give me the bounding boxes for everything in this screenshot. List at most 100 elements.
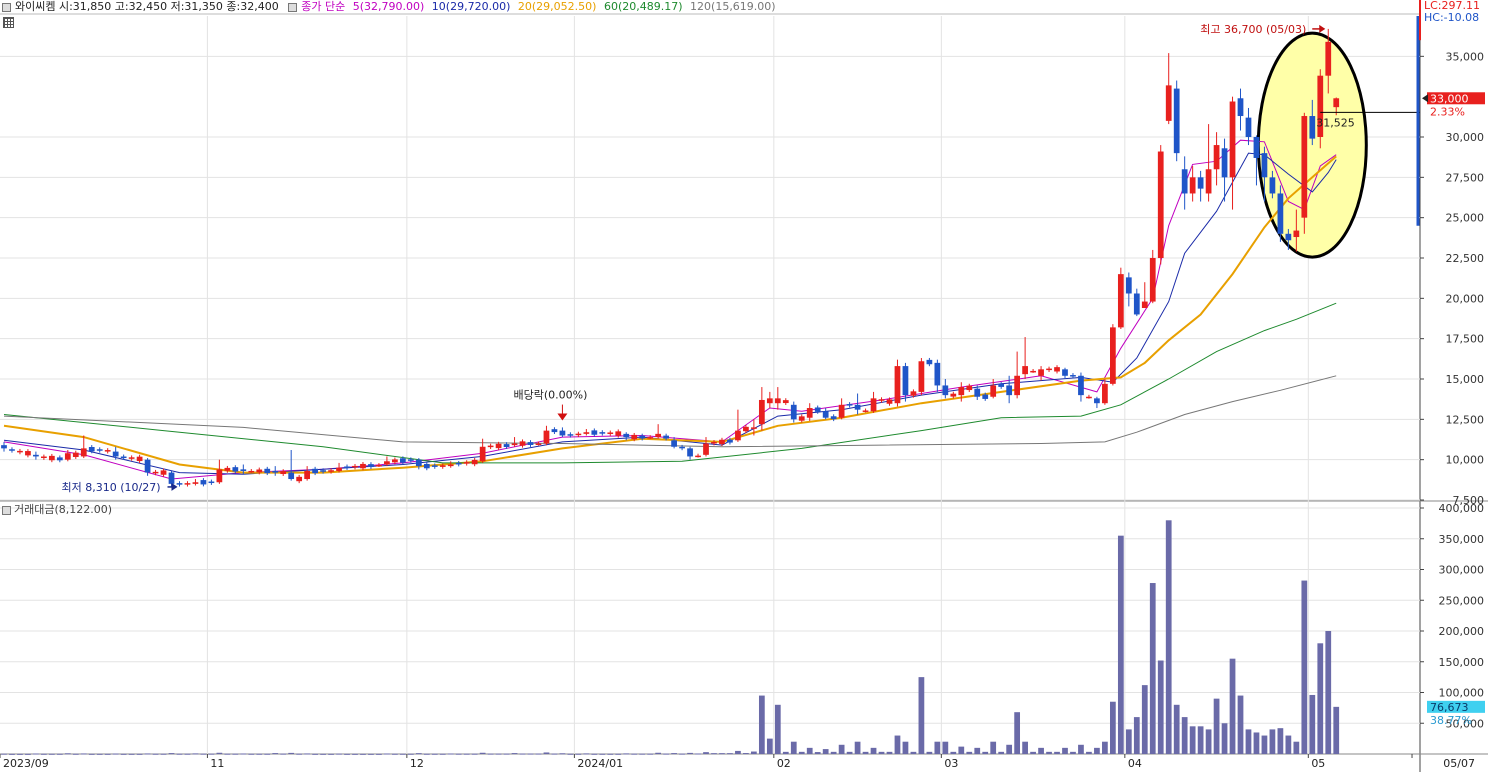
volume-bar (1109, 701, 1116, 754)
volume-bar (902, 741, 909, 754)
candle-down (1261, 153, 1268, 178)
candle-down (1094, 398, 1100, 404)
candle-up (41, 456, 47, 459)
hc-value: HC:-10.08 (1424, 11, 1480, 24)
volume-tick-label: 350,000 (1439, 533, 1485, 546)
ma-settings-icon[interactable] (288, 2, 298, 12)
volume-bar (735, 750, 741, 754)
volume-bar (766, 738, 773, 754)
volume-bar (56, 753, 63, 755)
price-tick-label: 30,000 (1446, 131, 1485, 144)
candle-up (1213, 145, 1220, 170)
candle-up (360, 463, 366, 469)
candle-down (1133, 293, 1140, 315)
candle-up (1301, 116, 1308, 218)
volume-bar (599, 753, 606, 755)
candle-up (575, 433, 582, 436)
candle-up (328, 470, 334, 472)
candle-up (1109, 327, 1116, 384)
volume-bar (631, 753, 638, 755)
price-tick-label: 27,500 (1446, 171, 1485, 184)
volume-bar (838, 744, 845, 754)
volume-bar (1078, 744, 1084, 754)
volume-bar (88, 753, 95, 755)
candle-up (1030, 370, 1036, 373)
low-annotation: 최저 8,310 (10/27) (61, 481, 160, 494)
candle-up (136, 456, 143, 462)
candle-up (910, 391, 917, 396)
volume-bar (336, 753, 342, 755)
candle-down (312, 468, 318, 474)
volume-bar (216, 752, 223, 754)
volume-bar (455, 753, 462, 755)
volume-bar (687, 752, 693, 754)
candle-up (1038, 369, 1044, 376)
candle-down (1197, 177, 1204, 189)
candle-down (671, 440, 677, 447)
volume-bar (176, 753, 183, 755)
volume-tick-label: 300,000 (1439, 564, 1485, 577)
x-tick-label: 05/07 (1443, 757, 1475, 770)
ma20-label: 20(29,052.50) (517, 0, 597, 13)
candle-up (1165, 85, 1172, 121)
x-tick-label: 05 (1311, 757, 1325, 770)
volume-bar (1133, 717, 1140, 754)
candle-up (471, 459, 478, 465)
candle-down (663, 435, 669, 439)
volume-label-text: 거래대금(8,122.00) (14, 503, 113, 516)
volume-bar (1189, 726, 1196, 754)
volume-bar (1309, 694, 1316, 754)
volume-bar (144, 753, 151, 755)
candle-down (320, 470, 326, 472)
volume-bar (1213, 698, 1220, 754)
volume-bar (1054, 751, 1060, 754)
candle-down (559, 430, 566, 436)
volume-bar (958, 746, 965, 754)
volume-bar (328, 753, 334, 755)
volume-bar (360, 753, 366, 755)
volume-bar (120, 753, 127, 755)
volume-bar (64, 753, 71, 755)
candle-up (774, 398, 781, 404)
chart-settings-icon[interactable] (2, 2, 11, 12)
candle-up (511, 443, 518, 446)
candle-down (431, 465, 438, 467)
price-change-value: 2.33% (1430, 105, 1465, 118)
candle-up (966, 385, 973, 391)
candle-down (998, 384, 1005, 387)
volume-bar (519, 753, 526, 755)
volume-bar (423, 753, 430, 755)
volume-bar (487, 753, 494, 755)
volume-bar (471, 753, 478, 755)
volume-bar (679, 753, 685, 755)
candle-down (1181, 169, 1188, 194)
volume-settings-icon[interactable] (2, 505, 11, 515)
candle-up (535, 443, 542, 446)
volume-bar (112, 753, 119, 755)
candle-down (551, 429, 558, 433)
volume-bar (1325, 631, 1332, 754)
candle-up (17, 450, 23, 453)
candle-down (88, 447, 95, 452)
volume-bar (1070, 751, 1076, 754)
candle-down (846, 404, 853, 406)
volume-bar (104, 753, 111, 755)
volume-bar (551, 753, 558, 755)
candle-up (1054, 367, 1060, 372)
grid-toggle-icon[interactable] (3, 17, 14, 28)
volume-bar (511, 753, 518, 755)
volume-bar (798, 751, 805, 754)
volume-bar (575, 753, 582, 755)
dividend-annotation: 배당락(0.00%) (513, 389, 587, 402)
candle-down (1125, 277, 1132, 294)
candle-down (56, 457, 63, 461)
candle-down (1285, 233, 1292, 241)
volume-bar (774, 704, 781, 754)
volume-bar (1125, 729, 1132, 754)
volume-bar (1094, 747, 1100, 754)
candle-up (463, 462, 470, 464)
volume-bar (304, 753, 311, 755)
candle-down (822, 411, 829, 418)
price-tick-label: 15,000 (1446, 373, 1485, 386)
candle-up (447, 464, 454, 467)
